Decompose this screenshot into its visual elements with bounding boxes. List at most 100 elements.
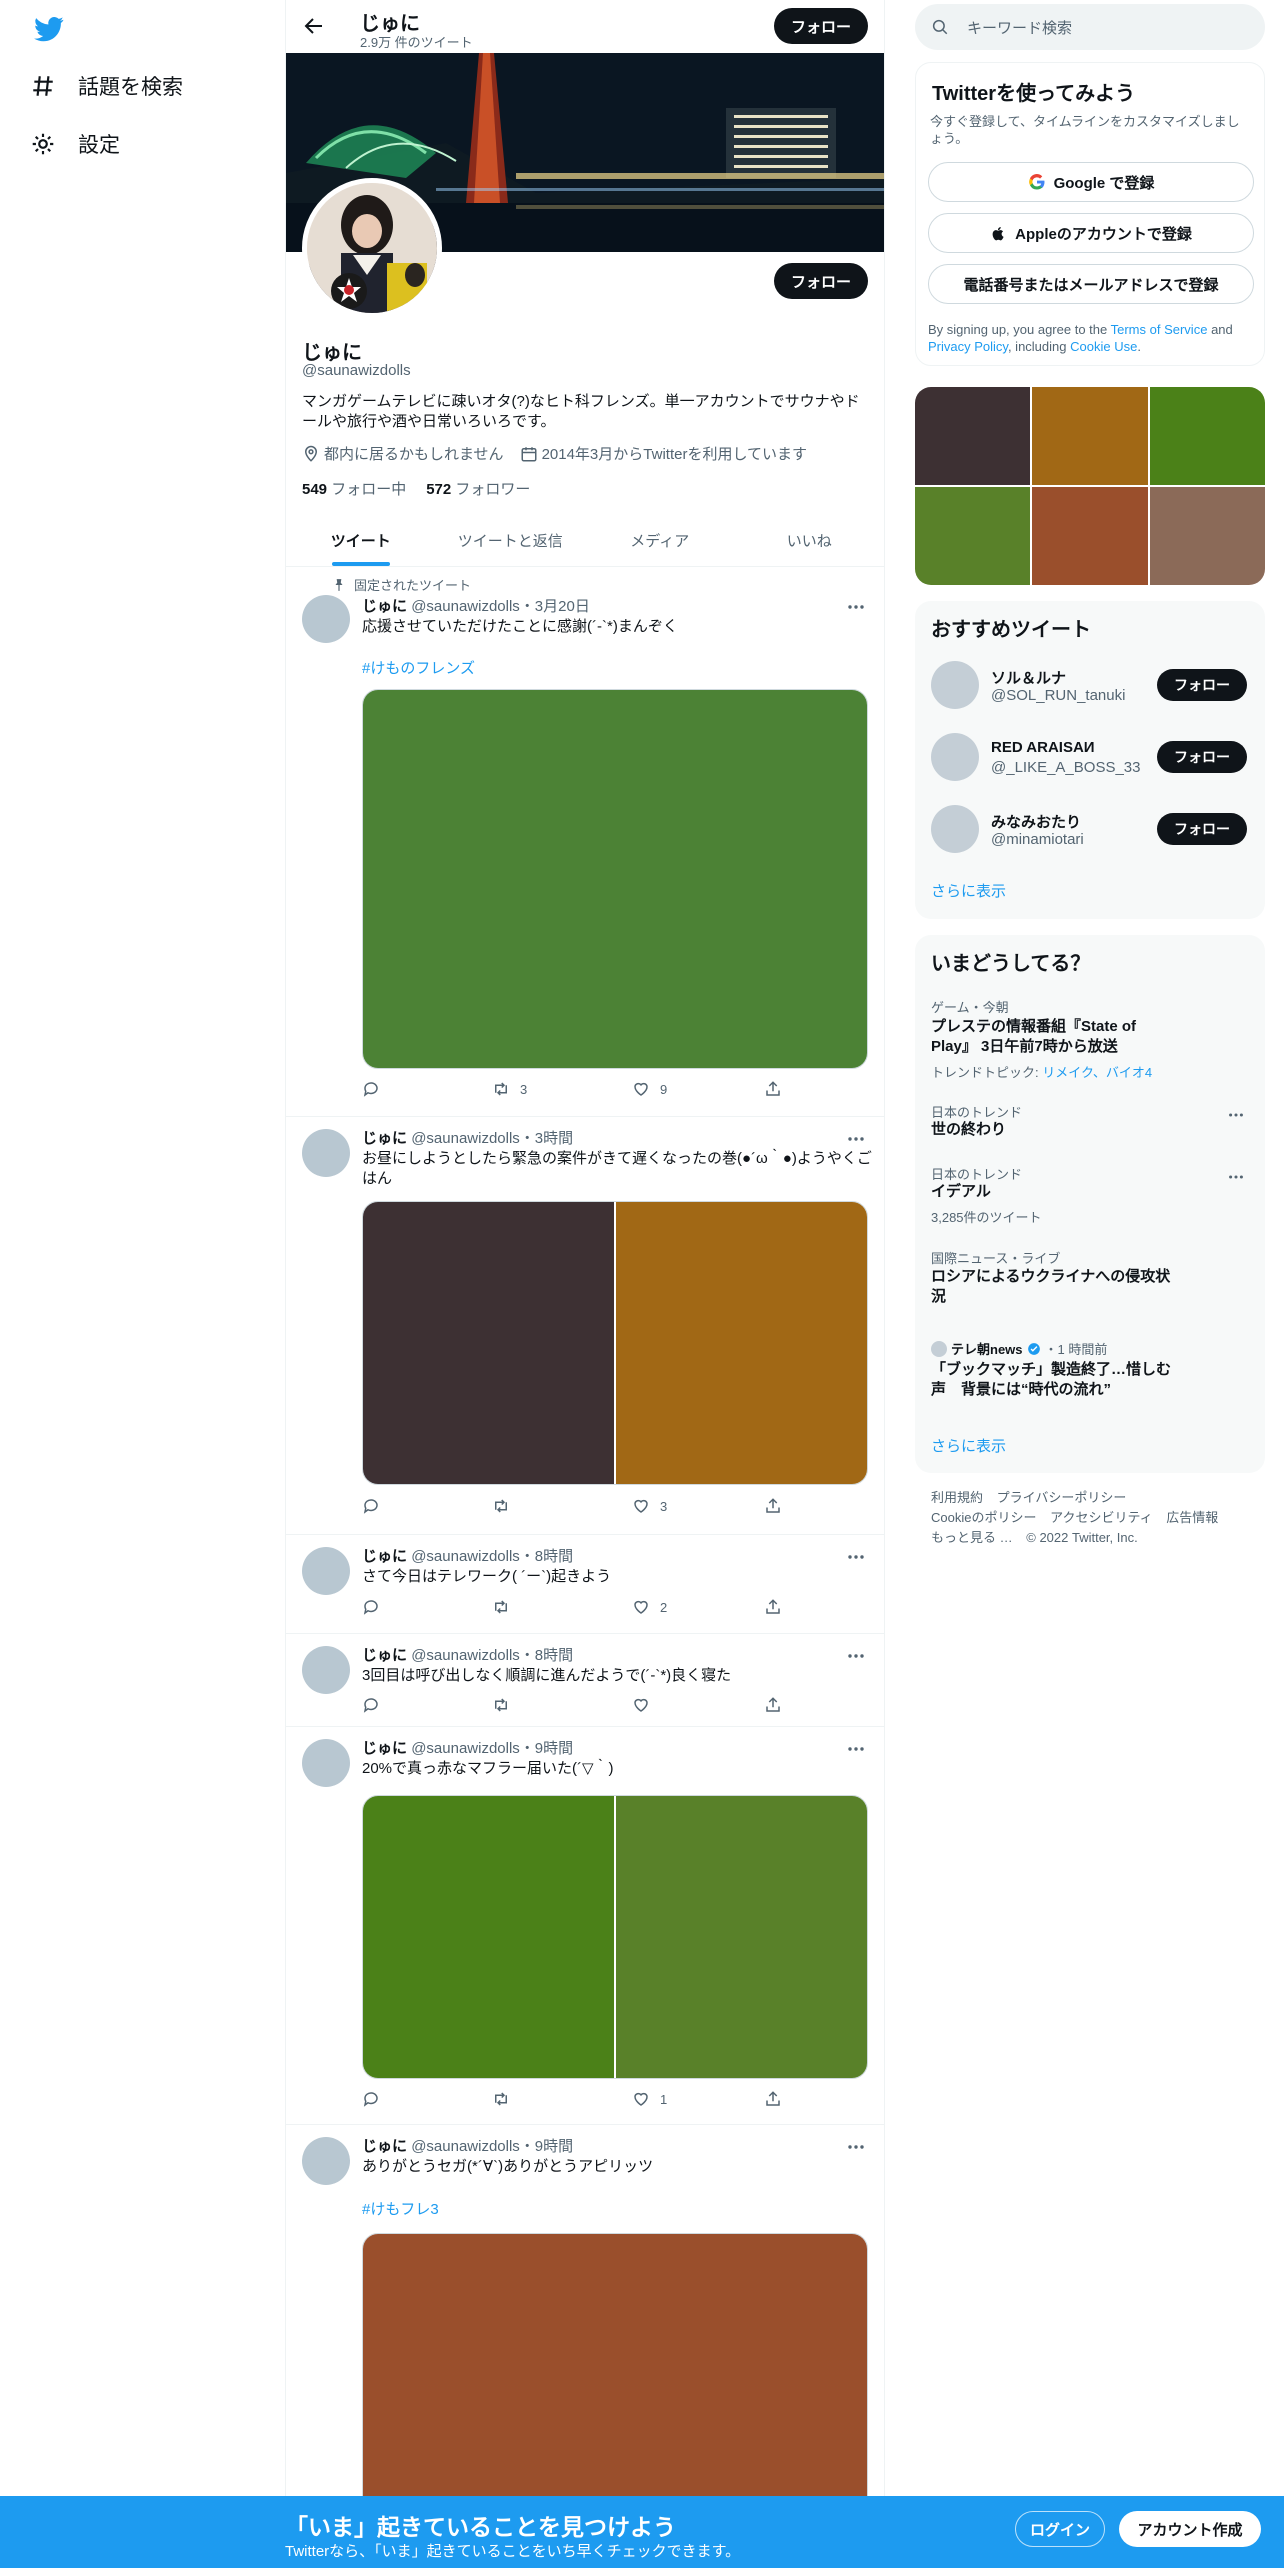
more-icon[interactable] (846, 1547, 866, 1567)
profile-avatar[interactable] (302, 178, 442, 318)
reply-button[interactable] (362, 1080, 380, 1098)
retweet-button[interactable] (492, 1598, 520, 1616)
tweet-avatar[interactable] (302, 1646, 350, 1694)
hashtag-link[interactable]: #けものフレンズ (362, 657, 475, 678)
tweet[interactable]: じゅに @saunawizdolls・8時間 さて今日はテレワーク( ´ー`)起… (286, 1535, 884, 1634)
tweet[interactable]: じゅに @saunawizdolls・8時間 3回目は呼び出しなく順調に進んだよ… (286, 1634, 884, 1727)
more-icon[interactable] (1227, 1106, 1245, 1124)
follow-suggestion[interactable]: みなみおたり @minamiotari フォロー (931, 801, 1251, 857)
media-thumbnail[interactable] (1032, 487, 1148, 585)
nav-explore[interactable]: 話題を検索 (30, 64, 183, 108)
hashtag-link[interactable]: #けもフレ3 (362, 2198, 439, 2219)
share-button[interactable] (764, 1696, 782, 1714)
footer-link[interactable]: もっと見る … (931, 1530, 1013, 1545)
footer-link[interactable]: アクセシビリティ (1050, 1510, 1153, 1525)
avatar[interactable] (931, 733, 979, 781)
media-image[interactable] (363, 1202, 614, 1484)
trend-name[interactable]: イデアル (931, 1182, 1181, 1202)
more-icon[interactable] (846, 2137, 866, 2157)
tab-likes[interactable]: いいね (735, 514, 885, 566)
news-headline[interactable]: 「ブックマッチ」製造終了…惜しむ声 背景には“時代の流れ” (931, 1360, 1171, 1400)
following-link[interactable]: 549 フォロー中 (302, 478, 406, 499)
privacy-link[interactable]: Privacy Policy (928, 339, 1008, 354)
media-image[interactable] (363, 690, 867, 1068)
retweet-button[interactable] (492, 2090, 520, 2108)
nav-settings[interactable]: 設定 (30, 122, 120, 166)
trend-name[interactable]: ロシアによるウクライナへの侵攻状況 (931, 1267, 1181, 1307)
like-button[interactable]: 9 (632, 1080, 667, 1098)
share-button[interactable] (764, 1497, 782, 1515)
more-icon[interactable] (846, 1739, 866, 1759)
tab-tweets[interactable]: ツイート (286, 514, 436, 566)
follow-button[interactable]: フォロー (1157, 741, 1247, 773)
like-button[interactable] (632, 1696, 660, 1714)
trend-topic-links[interactable]: リメイク、バイオ4 (1042, 1065, 1152, 1080)
reply-button[interactable] (362, 1696, 380, 1714)
tweet-media[interactable] (362, 1795, 868, 2079)
trend-name[interactable]: 世の終わり (931, 1120, 1181, 1140)
share-button[interactable] (764, 2090, 782, 2108)
footer-link[interactable]: Cookieのポリシー (931, 1510, 1036, 1525)
retweet-button[interactable] (492, 1497, 520, 1515)
footer-link[interactable]: プライバシーポリシー (997, 1490, 1127, 1505)
tweet-avatar[interactable] (302, 2137, 350, 2185)
header-follow-button[interactable]: フォロー (774, 8, 868, 44)
like-button[interactable]: 1 (632, 2090, 667, 2108)
more-icon[interactable] (846, 1646, 866, 1666)
tweet-avatar[interactable] (302, 595, 350, 643)
like-button[interactable]: 2 (632, 1598, 667, 1616)
media-thumbnail[interactable] (915, 487, 1031, 585)
retweet-button[interactable] (492, 1696, 520, 1714)
search-input[interactable]: キーワード検索 (915, 4, 1265, 50)
reply-button[interactable] (362, 1497, 380, 1515)
media-image[interactable] (616, 1796, 867, 2078)
avatar[interactable] (931, 661, 979, 709)
show-more-link[interactable]: さらに表示 (931, 880, 1006, 901)
media-image[interactable] (616, 1202, 867, 1484)
tweet-avatar[interactable] (302, 1739, 350, 1787)
tweet-avatar[interactable] (302, 1547, 350, 1595)
twitter-logo-icon[interactable] (32, 14, 66, 44)
create-account-button[interactable]: アカウント作成 (1119, 2511, 1261, 2547)
tweet-avatar[interactable] (302, 1129, 350, 1177)
follow-suggestion[interactable]: RED ARAISAИ @_LIKE_A_BOSS_33 フォロー (931, 729, 1251, 785)
follow-button[interactable]: フォロー (1157, 669, 1247, 701)
retweet-button[interactable]: 3 (492, 1080, 527, 1098)
media-thumbnail[interactable] (1149, 487, 1265, 585)
media-thumbnail[interactable] (1149, 387, 1265, 485)
terms-link[interactable]: Terms of Service (1111, 322, 1208, 337)
more-icon[interactable] (846, 597, 866, 617)
more-icon[interactable] (846, 1129, 866, 1149)
tweet-media[interactable] (362, 689, 868, 1069)
follow-button[interactable]: フォロー (1157, 813, 1247, 845)
trend-name[interactable]: プレステの情報番組『State of Play』 3日午前7時から放送 (931, 1017, 1181, 1057)
reply-button[interactable] (362, 1598, 380, 1616)
tweet[interactable]: じゅに @saunawizdolls・9時間 20%で真っ赤なマフラー届いた(´… (286, 1727, 884, 2125)
avatar[interactable] (931, 805, 979, 853)
footer-link[interactable]: 広告情報 (1166, 1510, 1218, 1525)
google-signup-button[interactable]: Google で登録 (928, 162, 1254, 202)
phone-email-signup-button[interactable]: 電話番号またはメールアドレスで登録 (928, 264, 1254, 304)
follow-button[interactable]: フォロー (774, 263, 868, 299)
like-button[interactable]: 3 (632, 1497, 667, 1515)
reply-button[interactable] (362, 2090, 380, 2108)
more-icon[interactable] (1227, 1168, 1245, 1186)
tab-tweets-replies[interactable]: ツイートと返信 (436, 514, 586, 566)
footer-link[interactable]: 利用規約 (931, 1490, 983, 1505)
cookie-link[interactable]: Cookie Use (1070, 339, 1137, 354)
back-arrow-icon[interactable] (302, 14, 326, 38)
share-button[interactable] (764, 1080, 782, 1098)
tweet-media[interactable] (362, 1201, 868, 1485)
media-image[interactable] (363, 1796, 614, 2078)
tab-media[interactable]: メディア (585, 514, 735, 566)
tweet[interactable]: 固定されたツイート じゅに @saunawizdolls・3月20日 応援させて… (286, 567, 884, 1117)
media-thumbnail[interactable] (915, 387, 1031, 485)
show-more-link[interactable]: さらに表示 (931, 1435, 1006, 1456)
login-button[interactable]: ログイン (1015, 2511, 1105, 2547)
follow-suggestion[interactable]: ソル＆ルナ @SOL_RUN_tanuki フォロー (931, 657, 1251, 713)
followers-link[interactable]: 572 フォロワー (426, 478, 530, 499)
apple-signup-button[interactable]: Appleのアカウントで登録 (928, 213, 1254, 253)
media-thumbnail[interactable] (1032, 387, 1148, 485)
share-button[interactable] (764, 1598, 782, 1616)
tweet[interactable]: じゅに @saunawizdolls・3時間 お昼にしようとしたら緊急の案件がき… (286, 1117, 884, 1535)
